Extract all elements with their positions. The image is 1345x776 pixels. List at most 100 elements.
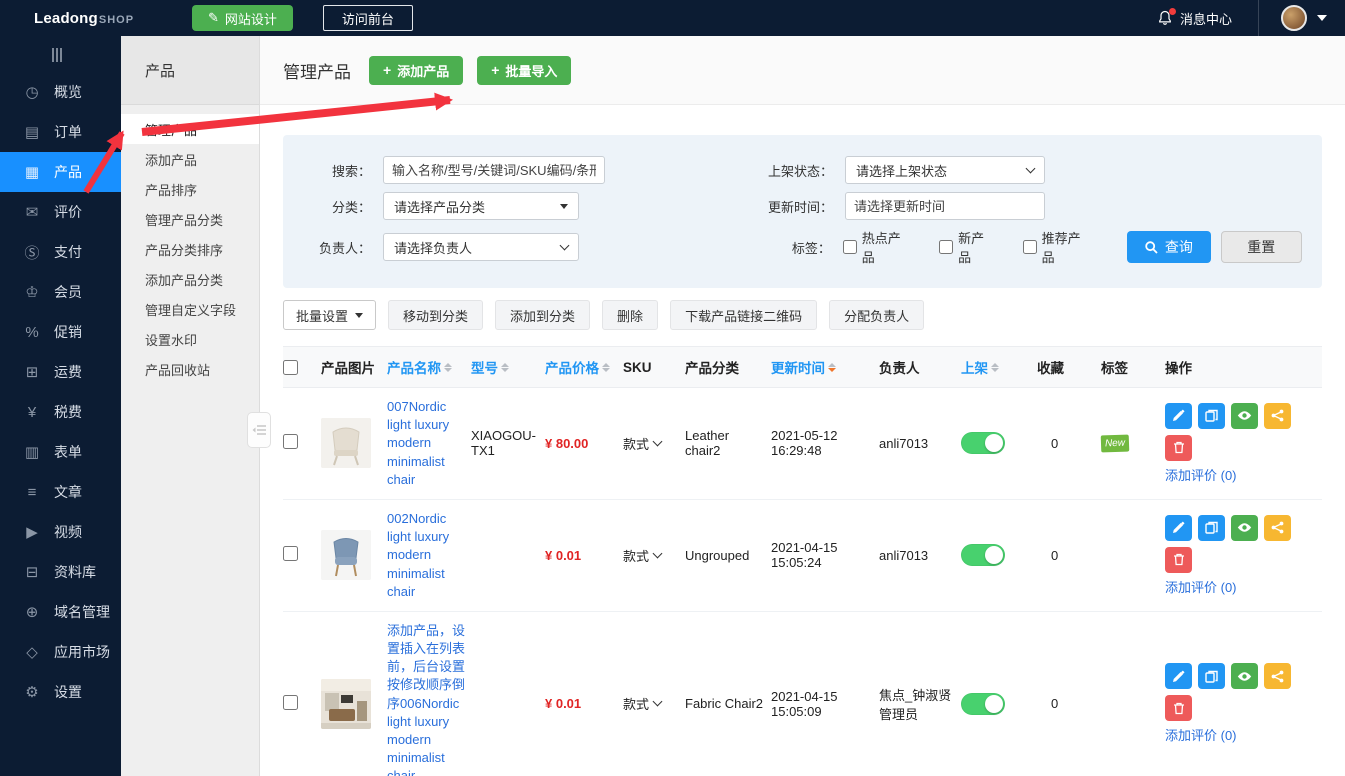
- col-price[interactable]: 产品价格: [545, 357, 623, 377]
- tag-label: 标签：: [681, 238, 831, 257]
- submenu-item-add-product[interactable]: 添加产品: [121, 144, 259, 174]
- edit-button[interactable]: [1165, 515, 1192, 541]
- sort-icon: [501, 363, 509, 372]
- site-design-button[interactable]: ✎ 网站设计: [192, 5, 293, 31]
- product-category: Leather chair2: [685, 428, 771, 458]
- select-all-checkbox[interactable]: [283, 360, 298, 375]
- message-center-button[interactable]: 消息中心: [1131, 9, 1258, 28]
- submenu-item-manage-categories[interactable]: 管理产品分类: [121, 204, 259, 234]
- share-button[interactable]: [1264, 403, 1291, 429]
- add-to-category-button[interactable]: 添加到分类: [495, 300, 590, 330]
- submenu-item-product-sort[interactable]: 产品排序: [121, 174, 259, 204]
- delete-row-button[interactable]: [1165, 435, 1192, 461]
- avatar[interactable]: [1281, 5, 1307, 31]
- visit-frontend-button[interactable]: 访问前台: [323, 5, 413, 31]
- preview-eye-button[interactable]: [1231, 403, 1258, 429]
- submenu-item-recycle-bin[interactable]: 产品回收站: [121, 354, 259, 384]
- sidebar-item-tax[interactable]: ¥税费: [0, 392, 121, 432]
- copy-button[interactable]: [1198, 403, 1225, 429]
- checkbox[interactable]: [939, 240, 953, 254]
- sidebar-item-articles[interactable]: ≡文章: [0, 472, 121, 512]
- sku-expander[interactable]: 款式: [623, 546, 679, 565]
- sku-expander[interactable]: 款式: [623, 694, 679, 713]
- sidebar-item-videos[interactable]: ▶视频: [0, 512, 121, 552]
- library-icon: ⊟: [22, 563, 42, 581]
- tag-checkbox-new[interactable]: 新产品: [939, 228, 997, 266]
- update-time-input[interactable]: [845, 192, 1045, 220]
- on-shelf-toggle[interactable]: [961, 693, 1005, 715]
- reset-button[interactable]: 重置: [1221, 231, 1302, 263]
- add-review-link[interactable]: 添加评价 (0): [1165, 465, 1237, 484]
- shelf-status-select[interactable]: 请选择上架状态: [845, 156, 1045, 184]
- row-checkbox[interactable]: [283, 434, 298, 449]
- delete-row-button[interactable]: [1165, 547, 1192, 573]
- collapse-panel-button[interactable]: [247, 412, 271, 448]
- add-product-button[interactable]: + 添加产品: [369, 56, 463, 85]
- sidebar-item-products[interactable]: ▦产品: [0, 152, 121, 192]
- sidebar-item-members[interactable]: ♔会员: [0, 272, 121, 312]
- checkbox[interactable]: [843, 240, 857, 254]
- submenu-item-custom-fields[interactable]: 管理自定义字段: [121, 294, 259, 324]
- preview-eye-button[interactable]: [1231, 515, 1258, 541]
- search-input[interactable]: [383, 156, 605, 184]
- sidebar-item-orders[interactable]: ▤订单: [0, 112, 121, 152]
- triangle-down-icon: [560, 204, 568, 209]
- col-on-shelf[interactable]: 上架: [961, 357, 1037, 377]
- tag-checkbox-hot[interactable]: 热点产品: [843, 228, 913, 266]
- sidebar-item-library[interactable]: ⊟资料库: [0, 552, 121, 592]
- product-image[interactable]: [321, 679, 371, 729]
- row-checkbox[interactable]: [283, 546, 298, 561]
- share-button[interactable]: [1264, 515, 1291, 541]
- edit-button[interactable]: [1165, 663, 1192, 689]
- download-qrcode-button[interactable]: 下载产品链接二维码: [670, 300, 817, 330]
- batch-settings-dropdown[interactable]: 批量设置: [283, 300, 376, 330]
- sku-expander[interactable]: 款式: [623, 434, 679, 453]
- sidebar-item-forms[interactable]: ▥表单: [0, 432, 121, 472]
- row-checkbox[interactable]: [283, 695, 298, 710]
- update-time-label: 更新时间：: [683, 197, 833, 216]
- share-button[interactable]: [1264, 663, 1291, 689]
- product-name-link[interactable]: 添加产品，设置插入在列表前，后台设置按修改顺序倒序006Nordic light…: [387, 623, 465, 776]
- delete-row-button[interactable]: [1165, 695, 1192, 721]
- sidebar-item-domains[interactable]: ⊕域名管理: [0, 592, 121, 632]
- bulk-import-button[interactable]: + 批量导入: [477, 56, 571, 85]
- submenu-item-watermark[interactable]: 设置水印: [121, 324, 259, 354]
- sidebar-item-reviews[interactable]: ✉评价: [0, 192, 121, 232]
- submenu-item-add-category[interactable]: 添加产品分类: [121, 264, 259, 294]
- sidebar-item-overview[interactable]: ◷概览: [0, 72, 121, 112]
- sidebar-item-payment[interactable]: Ⓢ支付: [0, 232, 121, 272]
- tag-checkbox-recommended[interactable]: 推荐产品: [1023, 228, 1093, 266]
- add-review-link[interactable]: 添加评价 (0): [1165, 577, 1237, 596]
- submenu-item-category-sort[interactable]: 产品分类排序: [121, 234, 259, 264]
- preview-eye-button[interactable]: [1231, 663, 1258, 689]
- domain-globe-icon: ⊕: [22, 603, 42, 621]
- owner-select[interactable]: 请选择负责人: [383, 233, 579, 261]
- sidebar-handle-icon[interactable]: [52, 48, 121, 62]
- submenu-item-manage-products[interactable]: 管理产品: [121, 114, 259, 144]
- sidebar-item-settings[interactable]: ⚙设置: [0, 672, 121, 712]
- delete-button[interactable]: 删除: [602, 300, 658, 330]
- col-updated[interactable]: 更新时间: [771, 357, 879, 377]
- col-product-name[interactable]: 产品名称: [387, 357, 471, 377]
- sidebar-item-promotions[interactable]: %促销: [0, 312, 121, 352]
- checkbox[interactable]: [1023, 240, 1037, 254]
- sidebar-item-shipping[interactable]: ⊞运费: [0, 352, 121, 392]
- copy-button[interactable]: [1198, 515, 1225, 541]
- add-review-link[interactable]: 添加评价 (0): [1165, 725, 1237, 744]
- on-shelf-toggle[interactable]: [961, 544, 1005, 566]
- product-image[interactable]: [321, 530, 371, 580]
- product-image[interactable]: [321, 418, 371, 468]
- copy-button[interactable]: [1198, 663, 1225, 689]
- query-button[interactable]: 查询: [1127, 231, 1210, 263]
- product-name-link[interactable]: 002Nordic light luxury modern minimalist…: [387, 511, 449, 599]
- assign-owner-button[interactable]: 分配负责人: [829, 300, 924, 330]
- col-model[interactable]: 型号: [471, 357, 545, 377]
- category-select[interactable]: 请选择产品分类: [383, 192, 579, 220]
- product-name-link[interactable]: 007Nordic light luxury modern minimalist…: [387, 399, 449, 487]
- edit-button[interactable]: [1165, 403, 1192, 429]
- user-menu[interactable]: [1259, 5, 1345, 31]
- sidebar-item-app-market[interactable]: ◇应用市场: [0, 632, 121, 672]
- on-shelf-toggle[interactable]: [961, 432, 1005, 454]
- move-to-category-button[interactable]: 移动到分类: [388, 300, 483, 330]
- product-category: Fabric Chair2: [685, 696, 771, 711]
